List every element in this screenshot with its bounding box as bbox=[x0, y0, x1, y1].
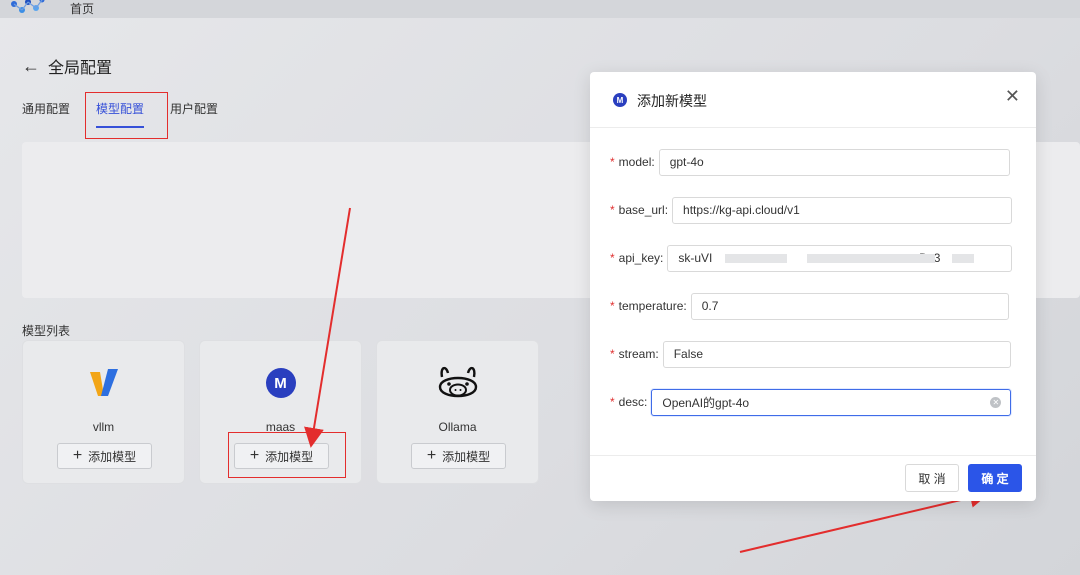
field-row-desc: * desc: ✕ bbox=[610, 388, 1012, 416]
vllm-logo-icon bbox=[89, 369, 118, 396]
dialog-footer: 取 消 确 定 bbox=[590, 455, 1036, 501]
page-header: ← 全局配置 bbox=[22, 54, 112, 78]
field-label-temperature: temperature: bbox=[618, 299, 687, 313]
card-name: Ollama bbox=[438, 420, 477, 434]
tab-highlight-box bbox=[85, 92, 168, 139]
field-label-base-url: base_url: bbox=[618, 203, 669, 217]
redaction-mask bbox=[807, 253, 936, 263]
field-label-api-key: api_key: bbox=[618, 251, 664, 265]
field-label-stream: stream: bbox=[618, 347, 659, 361]
base-url-input[interactable] bbox=[672, 196, 1013, 224]
dialog-title: 添加新模型 bbox=[637, 93, 707, 109]
desc-wrapper: ✕ bbox=[651, 388, 1012, 416]
tab-general[interactable]: 通用配置 bbox=[22, 100, 70, 128]
required-marker: * bbox=[610, 203, 615, 217]
model-card-vllm: vllm + 添加模型 bbox=[22, 340, 185, 484]
field-row-stream: * stream: bbox=[610, 340, 1011, 368]
plus-icon: + bbox=[72, 447, 83, 464]
field-label-desc: desc: bbox=[618, 395, 648, 409]
field-row-base-url: * base_url: bbox=[610, 196, 1013, 224]
app-logo-icon[interactable] bbox=[8, 0, 48, 16]
button-highlight-box bbox=[228, 432, 346, 478]
redaction-mask bbox=[952, 253, 975, 263]
ok-button[interactable]: 确 定 bbox=[968, 464, 1022, 492]
arrow-to-ok-button bbox=[739, 488, 990, 553]
back-arrow-icon[interactable]: ← bbox=[22, 57, 40, 75]
stream-input[interactable] bbox=[662, 340, 1011, 368]
required-marker: * bbox=[610, 299, 615, 313]
maas-logo-icon: M bbox=[613, 93, 627, 107]
add-model-dialog: M 添加新模型 ✕ * model: * base_url: * api_key… bbox=[590, 72, 1036, 501]
field-row-temperature: * temperature: bbox=[610, 292, 1009, 320]
clear-icon[interactable]: ✕ bbox=[990, 396, 1002, 408]
ollama-llama-icon bbox=[438, 366, 477, 398]
card-name: vllm bbox=[92, 420, 115, 434]
field-row-model: * model: bbox=[610, 148, 1010, 176]
required-marker: * bbox=[610, 251, 615, 265]
model-card-ollama: Ollama + 添加模型 bbox=[376, 340, 539, 484]
page-title: 全局配置 bbox=[48, 60, 113, 77]
required-marker: * bbox=[610, 155, 615, 169]
maas-logo-icon: M bbox=[265, 368, 296, 398]
dialog-header: M 添加新模型 ✕ bbox=[590, 72, 1036, 128]
top-bar: 首页 bbox=[0, 0, 1080, 18]
required-marker: * bbox=[610, 347, 615, 361]
close-icon[interactable]: ✕ bbox=[1005, 86, 1020, 107]
cancel-button[interactable]: 取 消 bbox=[905, 464, 959, 492]
api-key-wrapper bbox=[667, 244, 1013, 272]
temperature-input[interactable] bbox=[690, 292, 1009, 320]
model-list-title: 模型列表 bbox=[22, 324, 71, 338]
field-row-api-key: * api_key: bbox=[610, 244, 1013, 272]
model-input[interactable] bbox=[658, 148, 1010, 176]
field-label-model: model: bbox=[618, 155, 655, 169]
plus-icon: + bbox=[426, 447, 437, 464]
redaction-mask bbox=[725, 253, 788, 263]
tab-user[interactable]: 用户配置 bbox=[170, 100, 218, 128]
desc-input[interactable] bbox=[651, 388, 1012, 416]
nav-home-link[interactable]: 首页 bbox=[70, 0, 94, 17]
required-marker: * bbox=[610, 395, 615, 409]
add-model-button-ollama[interactable]: + 添加模型 bbox=[411, 443, 506, 469]
add-model-button-vllm[interactable]: + 添加模型 bbox=[57, 443, 152, 469]
